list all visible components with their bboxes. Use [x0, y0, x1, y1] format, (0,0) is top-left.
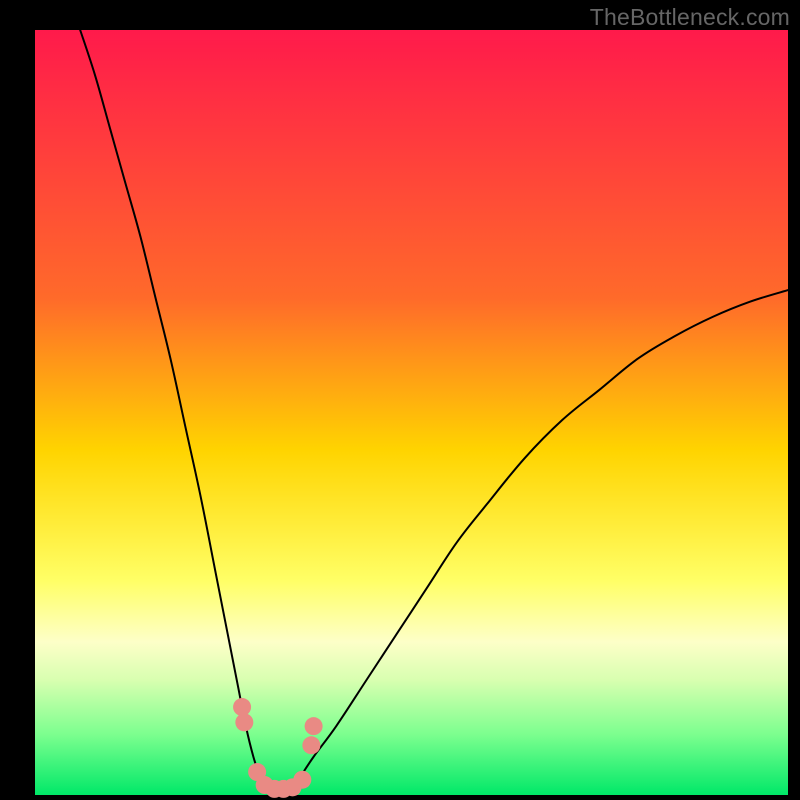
chart-svg [0, 0, 800, 800]
marker-dot [302, 736, 320, 754]
marker-dot [233, 698, 251, 716]
plot-area [35, 30, 788, 795]
marker-dot [235, 713, 253, 731]
marker-dot [305, 717, 323, 735]
chart-stage: TheBottleneck.com [0, 0, 800, 800]
marker-dot [293, 771, 311, 789]
watermark-text: TheBottleneck.com [590, 4, 790, 31]
